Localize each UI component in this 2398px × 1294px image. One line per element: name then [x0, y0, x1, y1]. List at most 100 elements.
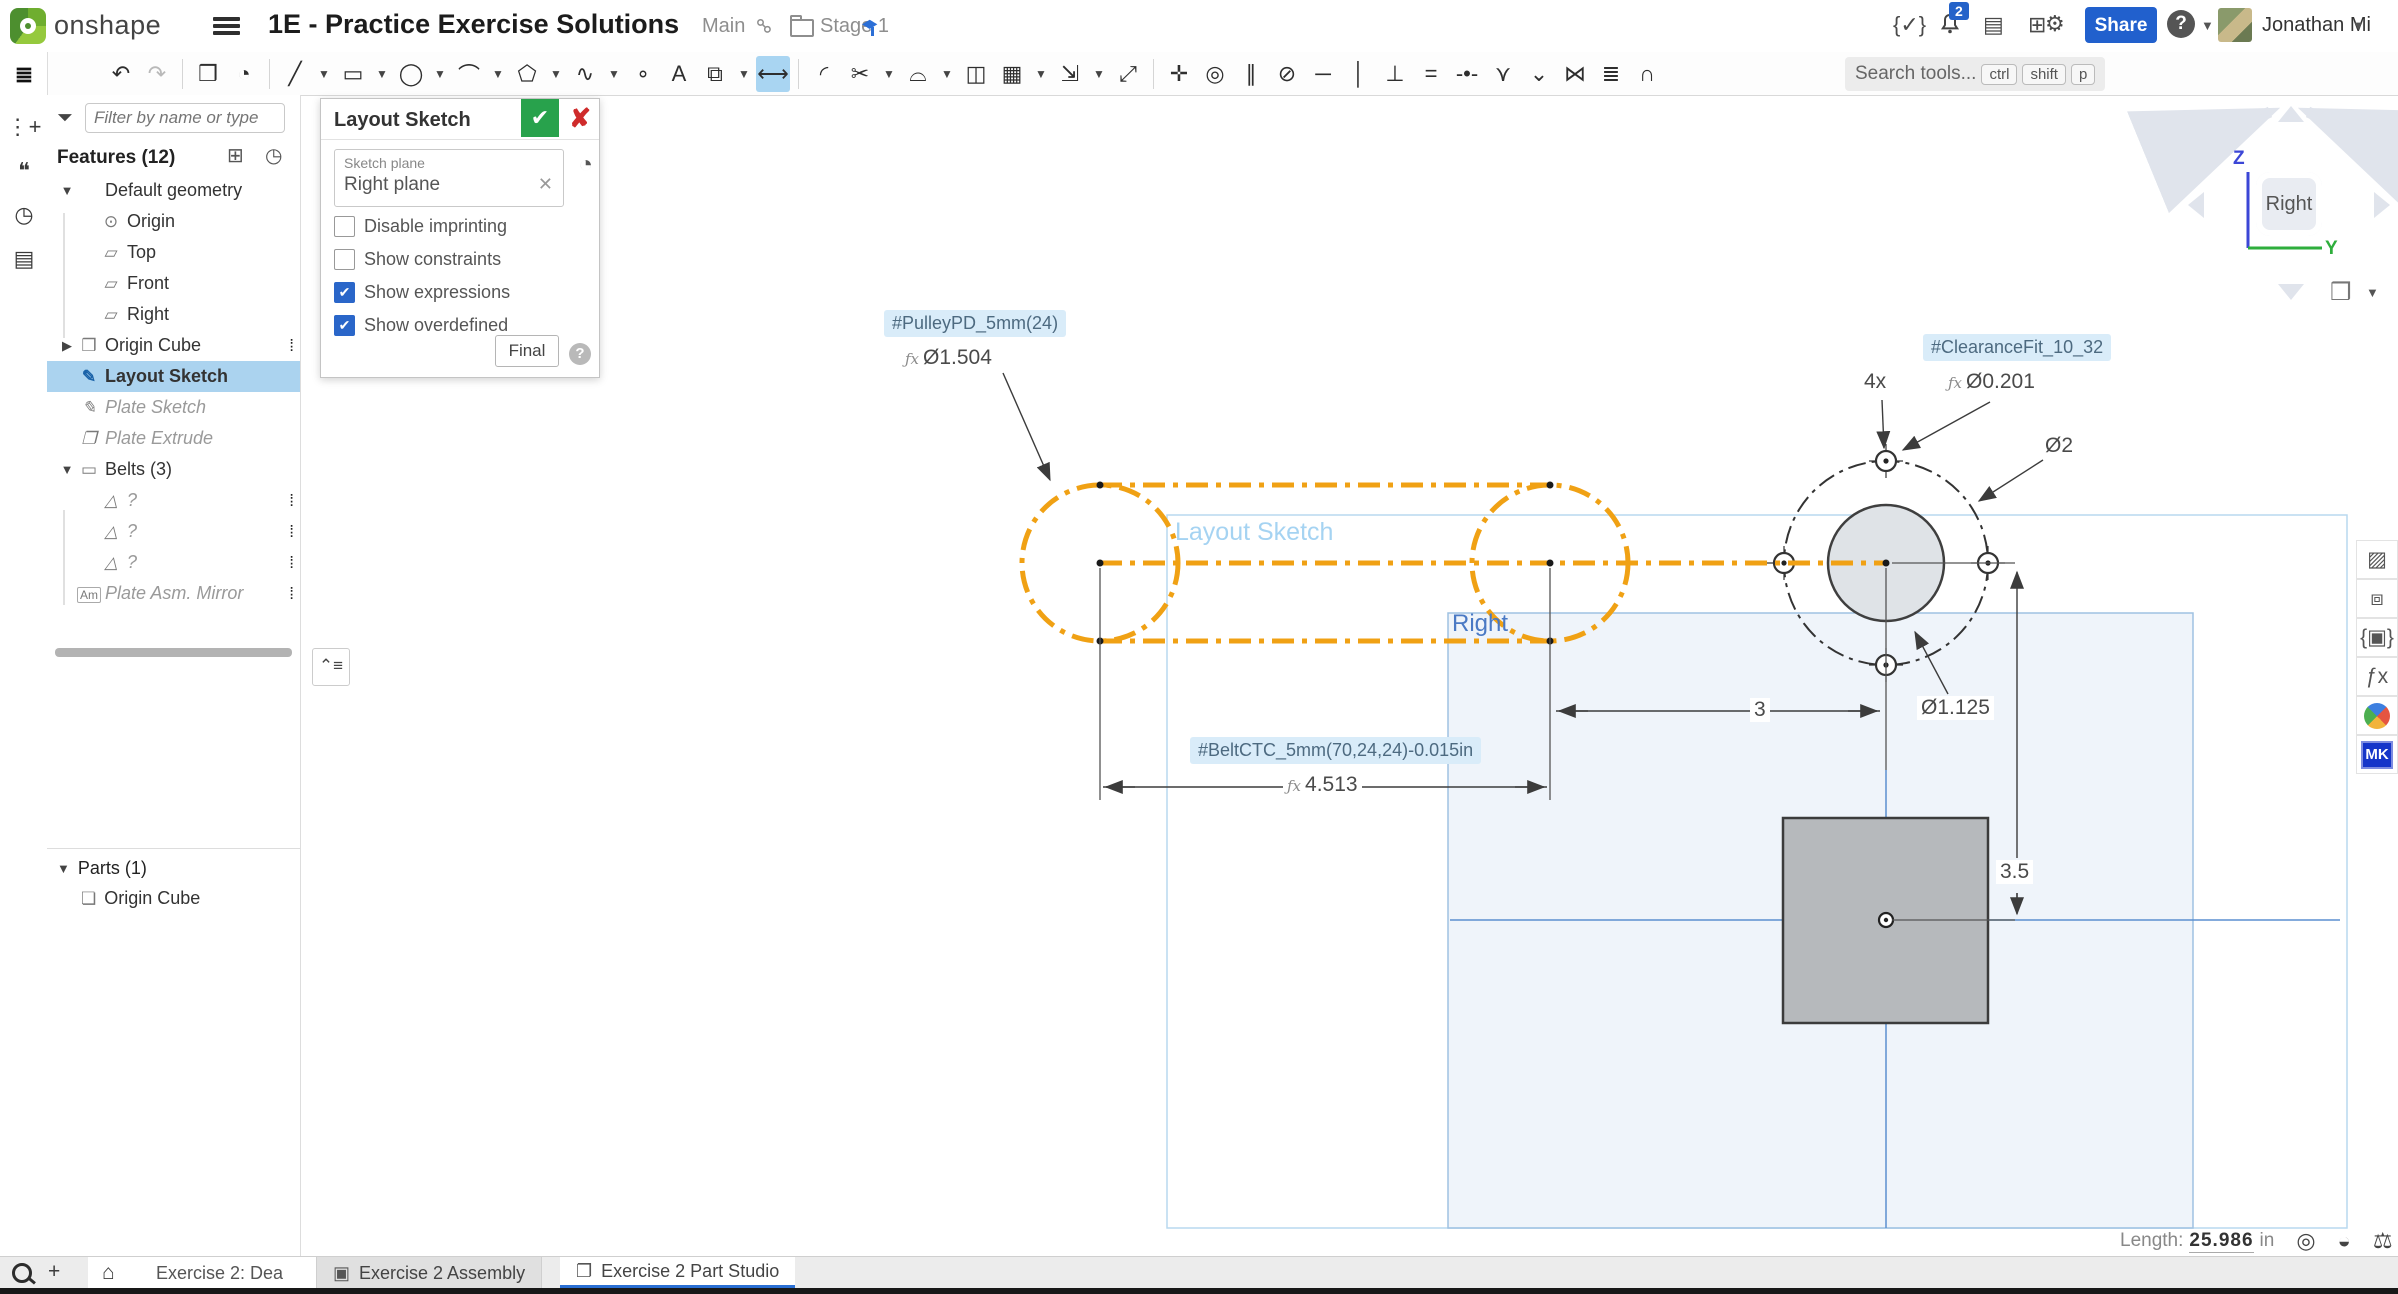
- kebab-menu-icon[interactable]: ⁞: [289, 584, 292, 604]
- inspect-tool-icon[interactable]: ⤢: [1111, 56, 1145, 92]
- length-value[interactable]: 25.986: [2189, 1230, 2253, 1253]
- pinwheel-app-icon[interactable]: [2356, 696, 2398, 735]
- rotate-right-arrow[interactable]: [2374, 192, 2390, 218]
- hole-count-label[interactable]: 4x: [1860, 370, 1890, 394]
- insert-dxf-caret-icon[interactable]: ▼: [1089, 56, 1109, 92]
- redo-icon[interactable]: ↷: [140, 56, 174, 92]
- history-icon[interactable]: ◷: [7, 198, 41, 232]
- fillet-tool-icon[interactable]: ◜: [807, 56, 841, 92]
- tasks-icon[interactable]: ▤: [1983, 12, 2004, 38]
- feature-row-origin[interactable]: ⊙Origin: [47, 206, 300, 237]
- filter-icon[interactable]: ⏷: [57, 107, 73, 130]
- main-menu-icon[interactable]: [213, 14, 240, 38]
- featurescript-icon[interactable]: {✓}: [1893, 12, 1926, 38]
- document-title[interactable]: 1E - Practice Exercise Solutions: [268, 9, 679, 40]
- checkbox-unchecked-icon[interactable]: [334, 249, 355, 270]
- confirm-button[interactable]: ✔: [521, 99, 559, 137]
- right-plane[interactable]: [1448, 613, 2193, 1228]
- sketch-plane-field[interactable]: Sketch plane Right plane ✕: [334, 149, 564, 207]
- add-tab-icon[interactable]: +: [48, 1260, 60, 1284]
- tangent-constraint-icon[interactable]: ⊘: [1270, 56, 1304, 92]
- chevron-down-icon[interactable]: ▼: [57, 861, 70, 876]
- checkbox-show-expressions[interactable]: ✔Show expressions: [334, 282, 510, 303]
- feature-row-front[interactable]: ▱Front: [47, 268, 300, 299]
- perpendicular-constraint-icon[interactable]: ⊥: [1378, 56, 1412, 92]
- custom-features-icon[interactable]: {▣}: [2356, 618, 2398, 657]
- line-tool-caret-icon[interactable]: ▼: [314, 56, 334, 92]
- extrude-icon[interactable]: ❒: [191, 56, 225, 92]
- filter-input[interactable]: [85, 103, 285, 133]
- part-row-origin-cube[interactable]: ❏ Origin Cube: [81, 888, 200, 909]
- checkbox-show-constraints[interactable]: Show constraints: [334, 249, 501, 270]
- feature-row-[interactable]: △?⁞: [47, 547, 300, 578]
- link-icon[interactable]: ⚯: [749, 12, 779, 42]
- tab-part-studio[interactable]: ❐ Exercise 2 Part Studio: [560, 1257, 795, 1289]
- feature-row-top[interactable]: ▱Top: [47, 237, 300, 268]
- chevron-down-icon[interactable]: ▼: [57, 183, 77, 198]
- insert-dxf-icon[interactable]: ⇲: [1053, 56, 1087, 92]
- feature-row-[interactable]: △?⁞: [47, 516, 300, 547]
- rotate-down-arrow[interactable]: [2278, 284, 2304, 300]
- user-avatar[interactable]: [2218, 8, 2252, 42]
- spline-tool-caret-icon[interactable]: ▼: [604, 56, 624, 92]
- arc-tool-caret-icon[interactable]: ▼: [488, 56, 508, 92]
- learning-center-icon[interactable]: [862, 14, 884, 36]
- checkbox-show-overdefined[interactable]: ✔Show overdefined: [334, 315, 508, 336]
- rotate-up-arrow[interactable]: [2278, 106, 2304, 122]
- clearance-param-label[interactable]: #ClearanceFit_10_32: [1923, 334, 2111, 361]
- clearance-dim[interactable]: ƒxØ0.201: [1944, 370, 2039, 394]
- revolve-icon[interactable]: ◔: [227, 56, 261, 92]
- mirror-tool-icon[interactable]: ◫: [959, 56, 993, 92]
- feature-row-layout-sketch[interactable]: ✎Layout Sketch: [47, 361, 300, 392]
- point-tool-icon[interactable]: ∘: [626, 56, 660, 92]
- parts-header[interactable]: ▼ Parts (1): [57, 858, 147, 879]
- length-unit[interactable]: in: [2260, 1230, 2275, 1252]
- checkbox-unchecked-icon[interactable]: [334, 216, 355, 237]
- bore-dim[interactable]: Ø1.125: [1917, 696, 1994, 720]
- feature-row-plate-sketch[interactable]: ✎Plate Sketch: [47, 392, 300, 423]
- symmetric-constraint-icon[interactable]: ⋈: [1558, 56, 1592, 92]
- arc-tool-icon[interactable]: ⌒: [452, 56, 486, 92]
- trim-tool-caret-icon[interactable]: ▼: [879, 56, 899, 92]
- insert-feature-icon[interactable]: ⋮+: [7, 110, 41, 144]
- appearance-icon[interactable]: ▨: [2356, 540, 2398, 579]
- new-folder-icon[interactable]: ⊞: [227, 143, 244, 168]
- feature-row-plate-extrude[interactable]: ❐Plate Extrude: [47, 423, 300, 454]
- midpoint-constraint-icon[interactable]: -•-: [1450, 56, 1484, 92]
- undo-icon[interactable]: ↶: [104, 56, 138, 92]
- comments-icon[interactable]: ❝: [7, 154, 41, 188]
- horizontal-scrollbar[interactable]: [55, 648, 292, 657]
- kebab-menu-icon[interactable]: ⁞: [289, 491, 292, 511]
- user-menu-caret-icon[interactable]: ▼: [2352, 18, 2365, 33]
- coincident-constraint-icon[interactable]: ✛: [1162, 56, 1196, 92]
- cancel-icon[interactable]: ✘: [569, 103, 591, 134]
- normal-constraint-icon[interactable]: ⋎: [1486, 56, 1520, 92]
- collapse-tree-button[interactable]: ⌃≡: [312, 648, 350, 686]
- help-caret-icon[interactable]: ▼: [2201, 18, 2214, 33]
- tape-measure-icon[interactable]: ◎: [2296, 1228, 2315, 1254]
- tab-search-icon[interactable]: [12, 1263, 32, 1283]
- origin-point[interactable]: [1879, 913, 1893, 927]
- kebab-menu-icon[interactable]: ⁞: [289, 336, 292, 356]
- parallel-constraint-icon[interactable]: ∥: [1234, 56, 1268, 92]
- follow-mode-icon[interactable]: ▤: [7, 242, 41, 276]
- app-store-icon[interactable]: ⊞: [2028, 12, 2046, 38]
- belt-param-label[interactable]: #BeltCTC_5mm(70,24,24)-0.015in: [1190, 737, 1481, 764]
- search-tools[interactable]: Search tools... ctrl shift p: [1845, 57, 2105, 91]
- feature-row-right[interactable]: ▱Right: [47, 299, 300, 330]
- variables-table-icon[interactable]: ƒx: [2356, 657, 2398, 696]
- clearance-holes[interactable]: [1774, 451, 1998, 675]
- feature-list-toggle-icon[interactable]: ≣: [7, 58, 41, 92]
- use-tool-icon[interactable]: ⧉: [698, 56, 732, 92]
- bolt-circle[interactable]: [1784, 461, 1988, 665]
- kebab-menu-icon[interactable]: ⁞: [289, 553, 292, 573]
- dimension-tool-icon[interactable]: ⟷: [756, 56, 790, 92]
- checkbox-checked-icon[interactable]: ✔: [334, 282, 355, 303]
- trim-tool-icon[interactable]: ✂: [843, 56, 877, 92]
- pulley-diameter-dim[interactable]: ƒxØ1.504: [901, 346, 996, 370]
- feature-row-[interactable]: △?⁞: [47, 485, 300, 516]
- use-tool-caret-icon[interactable]: ▼: [734, 56, 754, 92]
- layout-sketch-plane[interactable]: [1167, 515, 2347, 1228]
- spline-tool-icon[interactable]: ∿: [568, 56, 602, 92]
- mass-properties-icon[interactable]: ⚖: [2373, 1228, 2393, 1254]
